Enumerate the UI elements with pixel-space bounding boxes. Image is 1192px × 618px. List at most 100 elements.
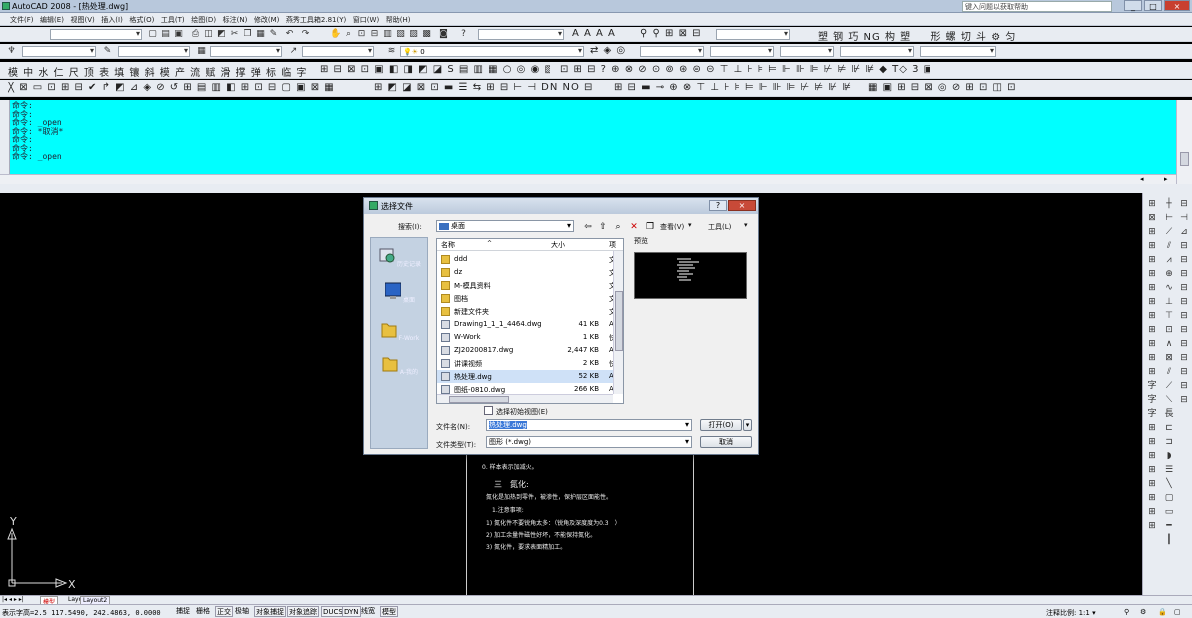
rtool-31-icon[interactable]: ⊞ (1146, 339, 1158, 350)
rtool-3-icon[interactable]: ⊟ (1178, 199, 1190, 210)
command-grip[interactable] (0, 100, 10, 184)
cut-icon[interactable]: ✂ (229, 29, 240, 40)
help-search-input[interactable]: 键入问题以获取帮助 (962, 1, 1112, 12)
place-a[interactable]: A-我的 (371, 354, 429, 376)
place-desktop[interactable]: 桌面 (371, 282, 429, 304)
otrack-toggle[interactable]: 对象追踪 (287, 606, 319, 617)
tools-menu[interactable]: 工具(L) (708, 222, 731, 232)
grid-toggle[interactable]: 栅格 (195, 606, 211, 617)
osnap-toggle[interactable]: 对象捕捉 (254, 606, 286, 617)
file-list-hscrollbar[interactable] (437, 394, 613, 403)
look-in-combo[interactable]: 桌面 (436, 220, 574, 232)
rtool-12-icon[interactable]: ⊟ (1178, 241, 1190, 252)
style-combo[interactable] (478, 29, 564, 40)
hscroll-thumb[interactable] (449, 396, 509, 403)
menu-format[interactable]: 格式(O) (127, 13, 156, 27)
rtool-47-icon[interactable]: 長 (1163, 409, 1175, 420)
new-icon[interactable]: ▢ (147, 29, 158, 40)
lineweight-combo[interactable] (780, 46, 834, 57)
layer-tools-icons[interactable]: ⇄ ◈ ◎ (590, 45, 636, 58)
rtool-41-icon[interactable]: ⟋ (1163, 381, 1175, 392)
rtool-45-icon[interactable]: ⊟ (1178, 395, 1190, 406)
file-row[interactable]: 新建文件夹文 (437, 305, 623, 318)
paste-icon[interactable]: ▦ (255, 29, 266, 40)
layer-manager-icon[interactable]: ♆ (6, 46, 17, 57)
command-scroll-thumb[interactable] (1180, 152, 1189, 166)
rtool-8-icon[interactable]: ⟋ (1163, 227, 1175, 238)
rtool-32-icon[interactable]: ∧ (1163, 339, 1175, 350)
layer-states-icon[interactable]: ≋ (386, 46, 397, 57)
multileader-icon[interactable]: ↗ (288, 46, 299, 57)
copy-icon[interactable]: ❐ (242, 29, 253, 40)
modify-tools-icons[interactable]: ⊞ ◩ ◪ ⊠ ⊡ ▬ ☰ ⇆ ⊞ ⊟ ⊢ ⊣ DN NO ⊟ (374, 82, 604, 95)
menu-draw[interactable]: 绘图(D) (189, 13, 218, 27)
rtool-56-icon[interactable]: ⊞ (1146, 479, 1158, 490)
undo-icon[interactable]: ↶ (284, 29, 295, 40)
annotation-scale[interactable]: 注释比例: 1:1 ▾ (1046, 608, 1096, 618)
yanxiu-tools-row1[interactable]: 塑 钢 巧 NG 构 塑 形 螺 切 斗 ⚙ 匀 ⊟ 词 (818, 28, 1018, 41)
inquiry-icons[interactable]: ⚲ ⚲ ⊞ ⊠ ⊟ (640, 28, 710, 41)
design-center-icon[interactable]: ▧ (395, 29, 406, 40)
rtool-17-icon[interactable]: ⊕ (1163, 269, 1175, 280)
rtool-2-icon[interactable]: ┼ (1163, 199, 1175, 210)
yanxiu-tools-row3b[interactable]: ⊞ ⊟ ⊠ ⊡ ▣ ◧ ◨ ◩ ◪ S ▤ ▥ ▦ ○ ◎ ◉ ▧ (320, 64, 550, 77)
menu-dimension[interactable]: 标注(N) (221, 13, 250, 27)
annotation-visibility-icon[interactable]: ⚲ (1124, 608, 1129, 616)
scroll-left-arrow-icon[interactable]: ◂ (1140, 175, 1144, 183)
rtool-26-icon[interactable]: ⊤ (1163, 311, 1175, 322)
mleaderstyle-combo[interactable] (302, 46, 374, 57)
rtool-11-icon[interactable]: ⫽ (1163, 241, 1175, 252)
color-combo[interactable] (640, 46, 704, 57)
menu-help[interactable]: 帮助(H) (384, 13, 413, 27)
views-dropdown-icon[interactable]: ▾ (688, 221, 692, 229)
rtool-38-icon[interactable]: ⫽ (1163, 367, 1175, 378)
rtool-18-icon[interactable]: ⊟ (1178, 269, 1190, 280)
file-row[interactable]: Drawing1_1_1_4464.dwg 41 KB A (437, 318, 623, 331)
menu-file[interactable]: 文件(F) (0, 13, 36, 27)
menu-tools[interactable]: 工具(T) (159, 13, 187, 27)
rtool-28-icon[interactable]: ⊞ (1146, 325, 1158, 336)
model-toggle[interactable]: 模型 (380, 606, 398, 617)
workspace-combo[interactable] (50, 29, 142, 40)
rtool-60-icon[interactable]: ⊞ (1146, 507, 1158, 518)
col-size[interactable]: 大小 (551, 240, 565, 250)
pan-icon[interactable]: ✋ (330, 29, 341, 40)
zoom-window-icon[interactable]: ⊡ (356, 29, 367, 40)
rtool-62-icon[interactable]: ⊞ (1146, 521, 1158, 532)
rtool-40-icon[interactable]: 字 (1146, 381, 1158, 392)
markup-icon[interactable]: ◙ (438, 29, 449, 40)
rtool-57-icon[interactable]: ╲ (1163, 479, 1175, 490)
dimension-tools-icons[interactable]: ⊞ ⊟ ▬ ⊸ ⊕ ⊗ ⊤ ⊥ ⊦ ⊧ ⊨ ⊩ ⊪ ⊫ ⊬ ⊭ ⊮ ⊯ (614, 82, 874, 95)
place-fwork[interactable]: F-Work (371, 320, 429, 342)
linetype2-combo[interactable] (710, 46, 774, 57)
rtool-4-icon[interactable]: ⊠ (1146, 213, 1158, 224)
file-row[interactable]: dz文 (437, 266, 623, 279)
rtool-15-icon[interactable]: ⊟ (1178, 255, 1190, 266)
rtool-19-icon[interactable]: ⊞ (1146, 283, 1158, 294)
rtool-43-icon[interactable]: 字 (1146, 395, 1158, 406)
rtool-42-icon[interactable]: ⊟ (1178, 381, 1190, 392)
initial-view-checkbox[interactable] (484, 406, 493, 415)
menu-edit[interactable]: 编辑(E) (38, 13, 66, 27)
rtool-23-icon[interactable]: ⊥ (1163, 297, 1175, 308)
zoom-previous-icon[interactable]: ⊟ (369, 29, 380, 40)
menu-modify[interactable]: 修改(M) (252, 13, 282, 27)
open-button[interactable]: 打开(O) (700, 419, 742, 431)
linetype-combo[interactable] (118, 46, 190, 57)
polar-toggle[interactable]: 极轴 (234, 606, 250, 617)
menu-yanxiu[interactable]: 燕秀工具箱2.81(Y) (284, 13, 348, 27)
print-icon[interactable]: ⎙ (190, 29, 201, 40)
rtool-36-icon[interactable]: ⊟ (1178, 353, 1190, 364)
vscroll-thumb[interactable] (615, 291, 623, 351)
lock-icon[interactable]: 🔒 (1158, 608, 1167, 616)
rtool-44-icon[interactable]: ⟍ (1163, 395, 1175, 406)
rtool-50-icon[interactable]: ⊞ (1146, 437, 1158, 448)
rtool-37-icon[interactable]: ⊞ (1146, 367, 1158, 378)
place-history[interactable]: 历史记录 (371, 246, 429, 268)
yanxiu-tools-row3c[interactable]: ⊡ ⊞ ⊟ ? ⊕ ⊗ ⊘ ⊙ ⊚ ⊛ ⊜ ⊝ ⊤ ⊥ ⊦ ⊧ ⊨ ⊩ ⊪ ⊫ … (560, 64, 930, 77)
plotstyle-combo[interactable] (840, 46, 914, 57)
rtool-14-icon[interactable]: ⩘ (1163, 255, 1175, 266)
scroll-right-arrow-icon[interactable]: ▸ (1164, 175, 1168, 183)
save-icon[interactable]: ▣ (173, 29, 184, 40)
publish-icon[interactable]: ◩ (216, 29, 227, 40)
